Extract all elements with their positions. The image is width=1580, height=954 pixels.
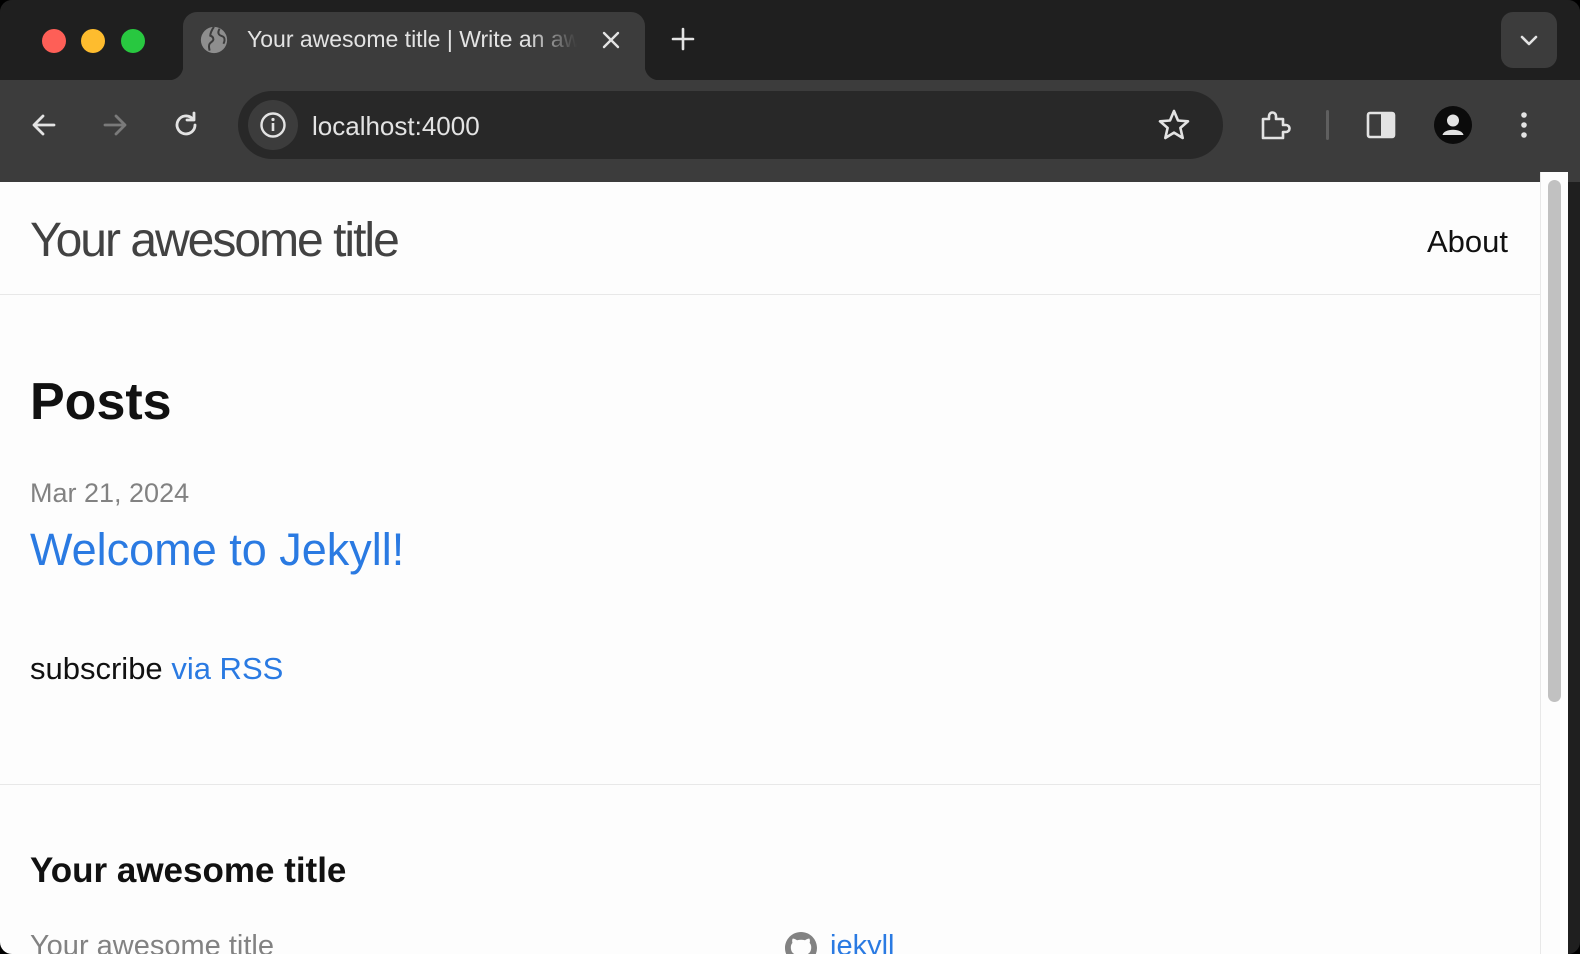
github-icon [785,932,817,954]
browser-toolbar: localhost:4000 [0,80,1580,182]
star-icon[interactable] [1156,107,1192,143]
post-title-link[interactable]: Welcome to Jekyll! [30,524,404,576]
site-title-link[interactable]: Your awesome title [30,213,400,268]
reload-icon[interactable] [168,107,204,143]
browser-window: Your awesome title | Write an awesome de… [0,0,1580,954]
close-window-button[interactable] [42,29,66,53]
site-footer: Your awesome title Your awesome title je… [0,784,1540,954]
footer-title: Your awesome title [30,851,347,890]
close-icon[interactable] [599,28,623,52]
subscribe-line: subscribe via RSS [30,651,283,687]
url-text[interactable]: localhost:4000 [312,111,480,142]
extensions-icon[interactable] [1257,107,1293,143]
tab-search-button[interactable] [1501,12,1557,68]
plus-icon[interactable] [668,24,698,54]
tab-title: Your awesome title | Write an awesome de… [247,26,577,52]
posts-heading: Posts [30,373,172,431]
back-icon[interactable] [26,107,62,143]
globe-icon [200,26,228,54]
tab-strip: Your awesome title | Write an awesome de… [0,0,1580,80]
scrollbar-thumb[interactable] [1548,180,1561,702]
side-panel-icon[interactable] [1363,107,1399,143]
zoom-window-button[interactable] [121,29,145,53]
toolbar-divider [1326,110,1329,140]
nav-about-link[interactable]: About [1427,224,1508,260]
rss-link[interactable]: via RSS [171,651,283,686]
address-bar[interactable]: localhost:4000 [238,91,1223,159]
minimize-window-button[interactable] [81,29,105,53]
chevron-down-icon [1520,35,1538,46]
post-date: Mar 21, 2024 [30,478,190,508]
tab-active[interactable]: Your awesome title | Write an awesome de… [169,12,659,80]
scrollbar[interactable] [1540,172,1568,954]
page-viewport: Your awesome title About Posts Mar 21, 2… [0,182,1540,954]
footer-github-link[interactable]: jekyll [830,930,894,954]
site-header: Your awesome title About [0,182,1540,295]
site-info-button[interactable] [248,100,298,150]
info-icon [260,112,286,138]
subscribe-text: subscribe [30,651,163,686]
footer-site-name: Your awesome title [30,930,274,954]
more-vert-icon[interactable] [1506,107,1542,143]
profile-icon[interactable] [1434,106,1472,144]
forward-icon[interactable] [97,107,133,143]
